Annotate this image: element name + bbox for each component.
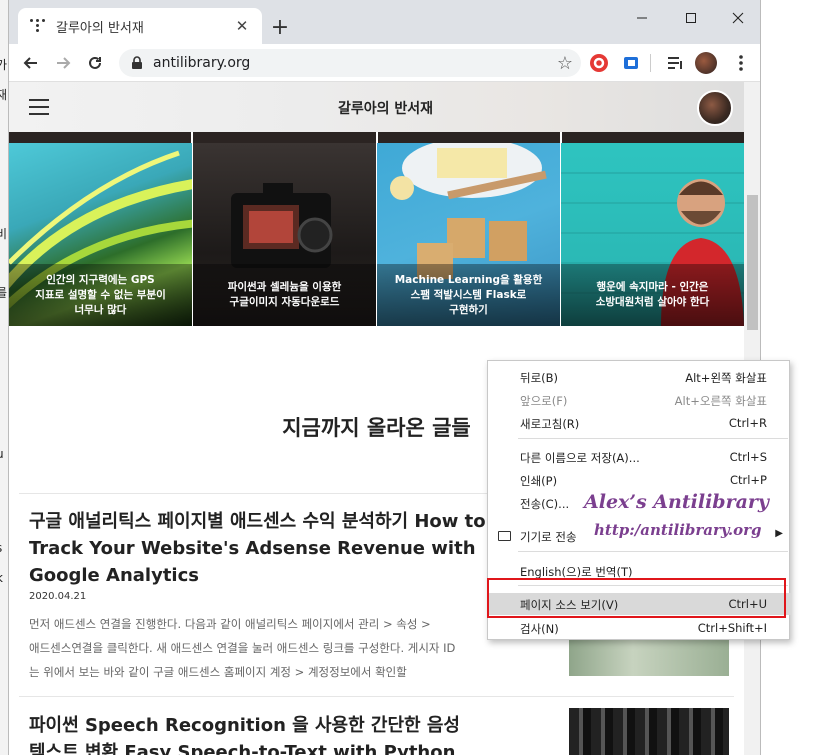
bg-text: 재 (0, 88, 8, 102)
menu-separator (518, 438, 788, 439)
featured-card[interactable]: 행운에 속지마라 - 인간은 소방대원처럼 살아야 한다 (561, 143, 744, 326)
highlight-box (487, 578, 786, 618)
watermark-title: Alex’s Antilibrary (584, 491, 769, 513)
menu-separator (518, 551, 788, 552)
reload-button[interactable] (81, 49, 109, 77)
url-text: antilibrary.org (153, 55, 251, 71)
divider (19, 696, 734, 697)
menu-item-inspect[interactable]: 검사(N) Ctrl+Shift+I (488, 617, 791, 639)
menu-item-reload[interactable]: 새로고침(R) Ctrl+R (488, 412, 791, 434)
post-excerpt: 먼저 애드센스 연결을 진행한다. 다음과 같이 애널리틱스 페이지에서 관리 … (29, 617, 456, 679)
close-icon (732, 12, 744, 24)
tab-strip: 갈루아의 반서재 ✕ + (9, 0, 760, 44)
menu-item-forward[interactable]: 앞으로(F) Alt+오른쪽 화살표 (488, 389, 791, 411)
tab-title: 갈루아의 반서재 (56, 20, 144, 36)
browser-toolbar: antilibrary.org ☆ (9, 44, 760, 82)
desktop-left-edge: 가 재 비 를 u s k (0, 0, 8, 755)
device-icon (498, 531, 511, 541)
card-caption: Machine Learning을 활용한 스팸 적발시스템 Flask로 구현하기 (377, 264, 560, 326)
minimize-button[interactable] (619, 4, 665, 32)
bg-text: s (0, 541, 2, 555)
browser-tab[interactable]: 갈루아의 반서재 ✕ (18, 8, 262, 44)
extension-red-icon[interactable] (589, 53, 609, 73)
watermark-url: http:/antilibrary.org (594, 521, 762, 539)
submenu-arrow-icon: ▶ (775, 528, 783, 539)
bg-text: k (0, 571, 3, 585)
maximize-icon (686, 13, 696, 23)
bg-text: 비 (0, 227, 8, 241)
extension-blue-icon[interactable] (621, 53, 641, 73)
featured-card[interactable]: 인간의 지구력에는 GPS 지표로 설명할 수 없는 부분이 너무나 많다 (9, 143, 192, 326)
author-avatar[interactable] (697, 90, 733, 126)
profile-avatar[interactable] (695, 52, 717, 74)
menu-item-print[interactable]: 인쇄(P) Ctrl+P (488, 469, 791, 491)
forward-button[interactable] (49, 49, 77, 77)
arrow-left-icon (23, 57, 37, 69)
back-button[interactable] (17, 49, 45, 77)
bookmark-star-icon[interactable]: ☆ (557, 53, 573, 74)
post-title[interactable]: 파이썬 Speech Recognition 을 사용한 간단한 음성 텍스트 변… (29, 712, 499, 755)
menu-item-save-as[interactable]: 다른 이름으로 저장(A)... Ctrl+S (488, 446, 791, 468)
previous-row-strip (9, 132, 744, 143)
card-caption: 행운에 속지마라 - 인간은 소방대원처럼 살아야 한다 (561, 264, 744, 326)
post-thumbnail[interactable] (569, 636, 729, 676)
featured-posts-grid: 인간의 지구력에는 GPS 지표로 설명할 수 없는 부분이 너무나 많다 파이썬과… (9, 143, 744, 326)
toolbar-divider (650, 54, 651, 72)
reload-icon (89, 56, 101, 69)
arrow-right-icon (57, 57, 71, 69)
close-window-button[interactable] (715, 4, 760, 32)
lock-icon (132, 56, 142, 69)
site-header: 갈루아의 반서재 (9, 82, 760, 132)
minimize-icon (637, 17, 647, 19)
new-tab-button[interactable]: + (267, 14, 293, 40)
tab-close-icon[interactable]: ✕ (232, 16, 252, 36)
bg-text: 를 (0, 286, 8, 300)
bg-text: u (0, 447, 4, 461)
media-queue-icon[interactable] (665, 53, 685, 73)
featured-card[interactable]: Machine Learning을 활용한 스팸 적발시스템 Flask로 구현하기 (377, 143, 560, 326)
scrollbar-thumb[interactable] (747, 195, 758, 330)
bg-text: 가 (0, 58, 8, 72)
menu-item-back[interactable]: 뒤로(B) Alt+왼쪽 화살표 (488, 366, 791, 388)
post-thumbnail[interactable] (569, 708, 729, 755)
maximize-button[interactable] (668, 4, 714, 32)
featured-card[interactable]: 파이썬과 셀레늄을 이용한 구글이미지 자동다운로드 (193, 143, 376, 326)
post-title[interactable]: 구글 애널리틱스 페이지별 애드센스 수익 분석하기 How to Track Y… (29, 508, 499, 589)
card-caption: 파이썬과 셀레늄을 이용한 구글이미지 자동다운로드 (193, 264, 376, 326)
site-title[interactable]: 갈루아의 반서재 (9, 98, 760, 118)
card-caption: 인간의 지구력에는 GPS 지표로 설명할 수 없는 부분이 너무나 많다 (9, 264, 192, 326)
browser-menu-icon[interactable] (731, 53, 751, 73)
site-favicon-icon (30, 18, 46, 34)
post-date: 2020.04.21 (29, 591, 87, 602)
address-bar[interactable]: antilibrary.org ☆ (119, 49, 581, 77)
